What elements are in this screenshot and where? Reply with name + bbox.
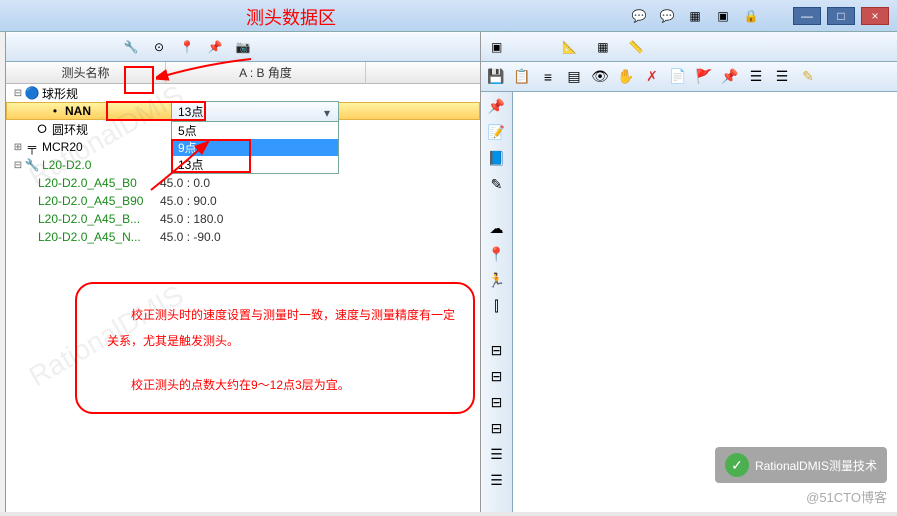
lock-icon[interactable]: 🔒 [739,6,763,26]
props-icon[interactable]: 📋 [513,68,531,86]
close-button[interactable]: × [861,7,889,25]
list2-icon[interactable]: ☰ [773,68,791,86]
list1-icon[interactable]: ☰ [487,444,507,464]
h1-icon[interactable]: ⊟ [487,340,507,360]
cloud-icon[interactable]: ☁ [487,218,507,238]
tree-child[interactable]: L20-D2.0_A45_B045.0 : 0.0 [38,174,480,192]
right-toolbar-2: 💾 📋 ≡ ▤ 👁 ✋ ✗ 📄 🚩 📌 ☰ ☰ ✎ [481,62,897,92]
rack-icon: ╤ [24,140,40,154]
titlebar: 💬 💬 ▦ ▣ 🔒 — □ × [0,0,897,32]
tree-child[interactable]: L20-D2.0_A45_B9045.0 : 90.0 [38,192,480,210]
flag-icon[interactable]: 🚩 [695,68,713,86]
delete-icon[interactable]: ✗ [643,68,661,86]
arrow2-icon [146,140,216,200]
collapse-icon[interactable]: ⊟ [12,88,24,99]
pin2-icon[interactable]: 📍 [487,244,507,264]
vertical-toolbar: 📌 📝 📘 ✎ ☁ 📍 🏃 ⫿ ⊟ ⊟ ⊟ ⊟ ☰ ☰ [481,92,513,512]
minimize-button[interactable]: — [793,7,821,25]
maximize-button[interactable]: □ [827,7,855,25]
stack-icon[interactable]: ▤ [565,68,583,86]
tree-child[interactable]: L20-D2.0_A45_N...45.0 : -90.0 [38,228,480,246]
collapse-icon[interactable]: ⊟ [12,160,24,171]
run-icon[interactable]: 🏃 [487,270,507,290]
right-pane: ▣ 📐 ▦ 📏 💾 📋 ≡ ▤ 👁 ✋ ✗ 📄 🚩 📌 ☰ ☰ ✎ 📌 📝 📘 [480,32,897,512]
tree-child[interactable]: L20-D2.0_A45_B...45.0 : 180.0 [38,210,480,228]
left-pane: 🔧 ⊙ 📍 📌 📷 测头名称 A : B 角度 ⊟ 🔵 球形规 • NAN [6,32,480,512]
axis-icon[interactable]: 📐 [562,40,577,54]
book-icon[interactable]: 📘 [487,148,507,168]
ring-icon: ⭘ [34,122,50,137]
grid2-icon[interactable]: ▦ [597,40,608,54]
h3-icon[interactable]: ⊟ [487,392,507,412]
arrow1-icon [156,54,256,94]
chat-icon[interactable]: 💬 [627,6,651,26]
watermark: ✓ RationalDMIS测量技术 @51CTO博客 [715,447,887,506]
probe-small-icon: 🔧 [24,158,40,172]
chevron-down-icon[interactable]: ▾ [320,106,334,120]
sphere-icon: 🔵 [24,86,40,100]
panel-icon[interactable]: ▣ [491,40,502,54]
h2-icon[interactable]: ⊟ [487,366,507,386]
mark-icon[interactable]: 📌 [721,68,739,86]
expand-icon[interactable]: ⊞ [12,142,24,153]
right-toolbar-1: ▣ 📐 ▦ 📏 [481,32,897,62]
node-icon: • [47,104,63,118]
ruler-icon[interactable]: 📏 [629,40,644,54]
probe-icon[interactable]: 🔧 [122,38,140,56]
copy-icon[interactable]: 📄 [669,68,687,86]
vline-icon[interactable]: ⫿ [487,296,507,316]
note-icon[interactable]: 📝 [487,122,507,142]
h4-icon[interactable]: ⊟ [487,418,507,438]
visible-icon[interactable]: 👁 [591,68,609,86]
annotation-box-2 [106,101,206,121]
pushpin-icon[interactable]: 📌 [487,96,507,116]
dropdown-option[interactable]: 5点 [172,122,338,139]
list-icon[interactable]: ☰ [747,68,765,86]
layer-icon[interactable]: ≡ [539,68,557,86]
pen-icon[interactable]: ✎ [799,68,817,86]
list2-icon[interactable]: ☰ [487,470,507,490]
hand-icon[interactable]: ✋ [617,68,635,86]
annotation-box-1 [124,66,154,94]
annotation-title: 测头数据区 [246,4,336,30]
save-icon[interactable]: 💾 [487,68,505,86]
layout-icon[interactable]: ▣ [711,6,735,26]
grid-icon[interactable]: ▦ [683,6,707,26]
annotation-note: 校正测头时的速度设置与测量时一致，速度与测量精度有一定关系，尤其是触发测头。 校… [75,282,475,414]
edit-icon[interactable]: ✎ [487,174,507,194]
chat2-icon[interactable]: 💬 [655,6,679,26]
wechat-icon: ✓ [725,453,749,477]
